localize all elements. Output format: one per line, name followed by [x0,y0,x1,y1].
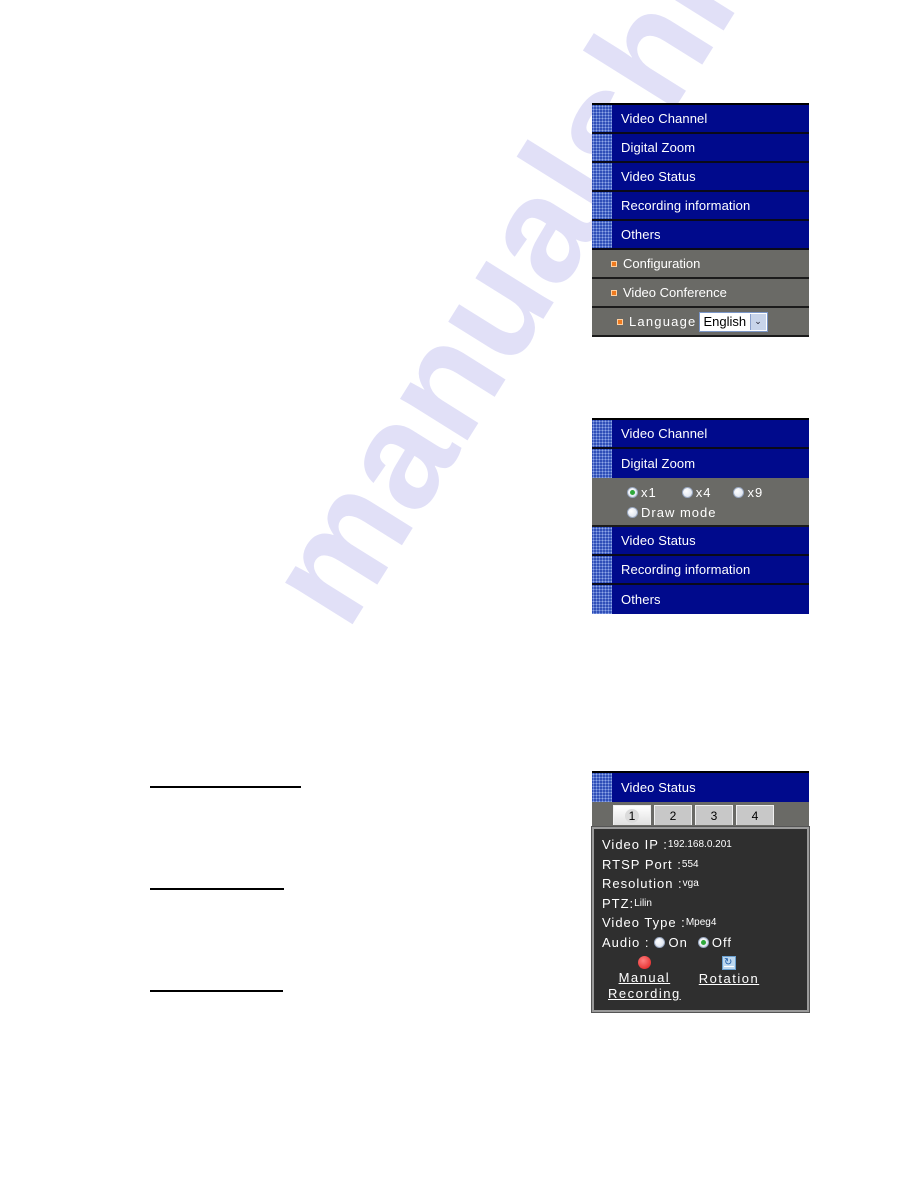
grip-icon [592,221,612,248]
menu-item-others[interactable]: Others [592,585,809,614]
bullet-icon [617,318,623,325]
audio-off-radio[interactable]: Off [697,935,732,950]
tab-channel-3[interactable]: 3 [695,805,733,825]
heading-underline-1 [150,786,301,788]
ptz-value: Lilin [634,897,652,909]
status-details: Video IP :192.168.0.201 RTSP Port :554 R… [591,826,810,1013]
audio-row: Audio : On Off [602,933,807,953]
grip-icon [592,134,612,161]
radio-selected-icon [697,936,709,948]
tab-channel-2[interactable]: 2 [654,805,692,825]
record-icon [637,956,651,969]
submenu-item-configuration[interactable]: Configuration [592,250,809,279]
heading-underline-2 [150,888,284,890]
menu-item-recording-information[interactable]: Recording information [592,192,809,221]
menu-item-video-channel[interactable]: Video Channel [592,420,809,449]
language-select[interactable]: English ⌄ [699,311,769,332]
grip-icon [592,556,612,583]
menu-item-digital-zoom[interactable]: Digital Zoom [592,134,809,163]
video-type-value: Mpeg4 [685,917,717,929]
grip-icon [592,449,612,478]
radio-icon [654,936,666,948]
grip-icon [592,773,612,802]
resolution-value: vga [682,878,699,890]
video-ip-row: Video IP :192.168.0.201 [602,837,732,853]
draw-mode-radio[interactable]: Draw mode [627,505,716,520]
bullet-icon [611,289,617,296]
menu-item-video-channel[interactable]: Video Channel [592,105,809,134]
rtsp-port-value: 554 [681,858,699,870]
heading-underline-3 [150,990,283,992]
zoom-options: x1 x4 x9 Draw mode [592,478,809,527]
zoom-x9-radio[interactable]: x9 [733,485,763,500]
rotation-button[interactable]: ↻ Rotation [699,956,759,1002]
radio-icon [733,486,745,498]
menu-panel-zoom-expanded: Video Channel Digital Zoom x1 x4 x9 Draw… [592,418,809,614]
radio-selected-icon [627,486,638,498]
radio-icon [627,506,638,518]
grip-icon [592,527,612,554]
tab-channel-1[interactable]: 1 [613,805,651,825]
tab-channel-4[interactable]: 4 [736,805,774,825]
audio-on-radio[interactable]: On [654,935,687,950]
video-ip-value: 192.168.0.201 [667,839,732,851]
resolution-row: Resolution : vga [602,876,699,892]
grip-icon [592,105,612,132]
video-status-panel: Video Status 1 2 3 4 Video IP :192.168.0… [591,771,810,1013]
watermark: manualshive.com [231,0,918,651]
manual-recording-button[interactable]: Manual Recording [608,956,681,1002]
menu-item-recording-information[interactable]: Recording information [592,556,809,585]
grip-icon [592,585,612,614]
grip-icon [592,420,612,447]
menu-panel-others-expanded: Video Channel Digital Zoom Video Status … [592,103,809,337]
submenu-item-language: Language English ⌄ [592,308,809,337]
video-type-row: Video Type : Mpeg4 [602,915,717,931]
video-status-header[interactable]: Video Status [592,773,809,802]
radio-icon [681,486,693,498]
menu-item-video-status[interactable]: Video Status [592,527,809,556]
menu-item-video-status[interactable]: Video Status [592,163,809,192]
chevron-down-icon[interactable]: ⌄ [750,313,767,330]
zoom-x4-radio[interactable]: x4 [681,485,712,500]
submenu-item-video-conference[interactable]: Video Conference [592,279,809,308]
zoom-x1-radio[interactable]: x1 [627,485,657,500]
grip-icon [592,192,612,219]
language-label: Language [629,314,697,329]
audio-label: Audio : [602,934,650,950]
menu-item-digital-zoom[interactable]: Digital Zoom [592,449,809,478]
ptz-row: PTZ: Lilin [602,895,652,911]
rtsp-port-row: RTSP Port :554 [602,856,699,872]
channel-tabs: 1 2 3 4 [592,802,809,825]
bullet-icon [611,260,617,267]
rotate-icon: ↻ [721,956,736,970]
grip-icon [592,163,612,190]
menu-item-others[interactable]: Others [592,221,809,250]
